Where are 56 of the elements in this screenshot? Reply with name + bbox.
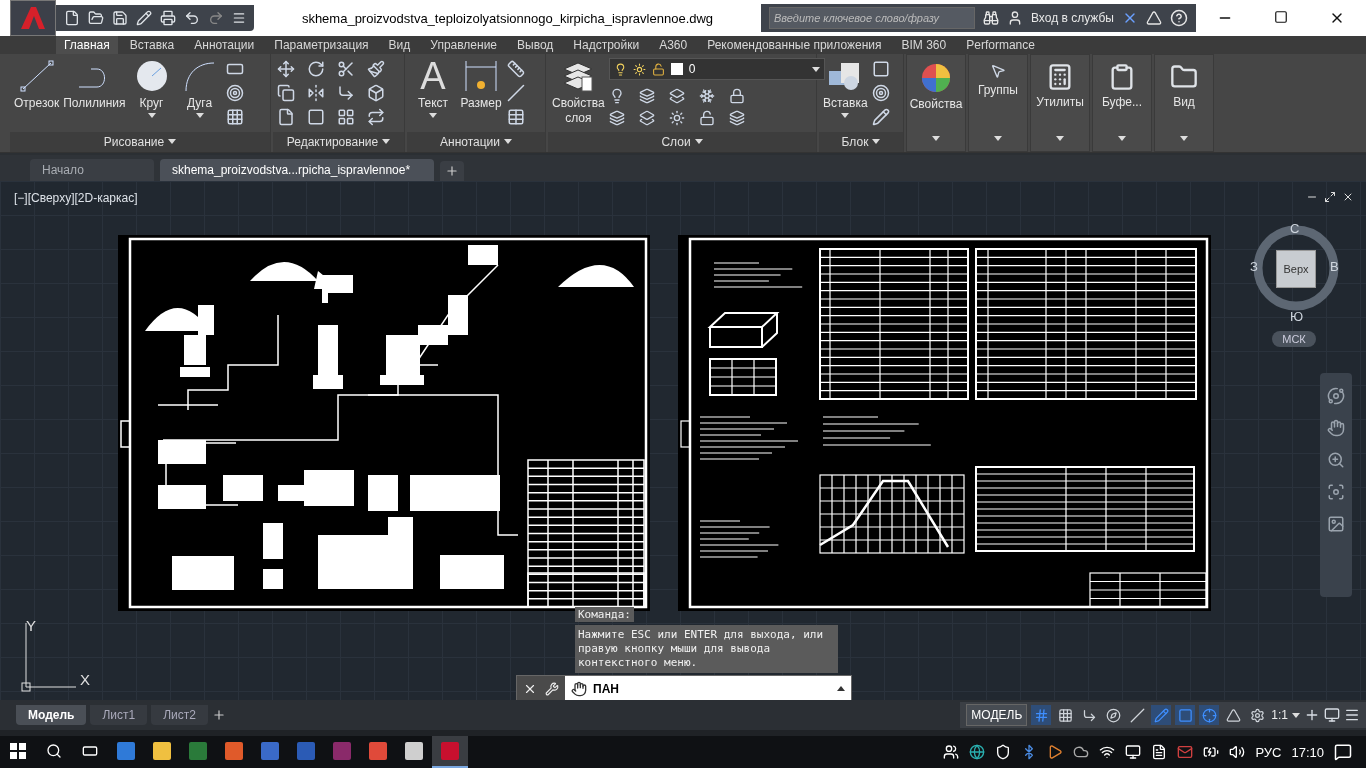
ribbon-tab[interactable]: BIM 360 <box>893 36 955 54</box>
text-tool-glyph: A <box>420 58 446 94</box>
ribbon-panel-button[interactable]: Свойства <box>906 54 966 152</box>
ribbon-tab[interactable]: Параметризация <box>266 36 377 54</box>
ribbon-tab[interactable]: Аннотации <box>186 36 263 54</box>
ribbon-tab[interactable]: Вид <box>380 36 419 54</box>
panel-title-bar[interactable]: Аннотации <box>407 131 545 152</box>
ribbon-tool-button[interactable]: Круг <box>129 58 174 118</box>
viewcube-face[interactable]: Верх <box>1276 249 1316 288</box>
ribbon-tab[interactable]: Управление <box>422 36 505 54</box>
x-axis-label: X <box>80 670 90 688</box>
annotation-scale[interactable]: 1:1 <box>1271 708 1288 723</box>
panel-title-bar[interactable]: Слои <box>548 131 816 152</box>
compass-label[interactable]: Ю <box>1290 308 1304 324</box>
y-axis-label: Y <box>26 616 36 634</box>
file-tab[interactable]: Начало <box>30 158 154 181</box>
search-field[interactable]: Введите ключевое слово/фразу <box>769 7 975 29</box>
layer-dropdown[interactable]: 0 <box>608 58 825 80</box>
ribbon-panel-button[interactable]: Буфе... <box>1092 54 1152 152</box>
layout-tab[interactable]: Лист2 <box>151 705 208 726</box>
command-input-field[interactable]: ПАН <box>565 675 851 701</box>
compass-label[interactable]: С <box>1290 220 1300 236</box>
ribbon-tool-button[interactable]: Вставка <box>823 58 868 118</box>
ribbon-tab[interactable]: Надстройки <box>565 36 648 54</box>
layout-tab[interactable]: Лист1 <box>90 705 148 726</box>
ribbon-panel-button[interactable]: Группы <box>968 54 1028 152</box>
window-title: skhema_proizvodstva_teploizolyatsionnogo_kirpicha_ispravlennoe.dwg <box>300 10 715 26</box>
model-space-button[interactable]: МОДЕЛЬ <box>966 704 1028 727</box>
ribbon-tab[interactable]: Рекомендованные приложения <box>699 36 890 54</box>
ribbon-panel-button[interactable]: Утилиты <box>1030 54 1090 152</box>
compass-label[interactable]: З <box>1250 258 1258 274</box>
clock[interactable]: 17:10 <box>1291 744 1324 760</box>
ribbon-panel-button[interactable]: Вид <box>1154 54 1214 152</box>
panel-title-bar[interactable]: Редактирование <box>273 131 404 152</box>
ribbon-tool-button[interactable]: Дуга <box>177 58 222 118</box>
command-message: Нажмите ESC или ENTER для выхода, или правую кнопку мыши для вывода контекстного меню. <box>575 624 838 673</box>
ribbon-tab[interactable]: Вставка <box>121 36 183 54</box>
file-tab[interactable]: skhema_proizvodstva...rpicha_ispravlennoe* <box>160 158 434 181</box>
ribbon-tool-button[interactable]: Полилиния <box>63 58 126 111</box>
ribbon-tool-button[interactable]: Свойства слоя <box>552 58 605 126</box>
sign-in-link[interactable]: Вход в службы <box>1031 11 1114 25</box>
ribbon-tool-button[interactable]: Отрезок <box>14 58 60 111</box>
panel-title-bar[interactable]: Рисование <box>10 131 270 152</box>
layout-tab[interactable]: Модель <box>16 705 87 726</box>
panel-title-bar[interactable]: Блок <box>819 131 903 152</box>
drawing-canvas[interactable]: [−][Сверху][2D-каркас] С З Верх В Ю МСК Y X Команда: Нажмите ESC или ENTER для выхода, или правую кнопку мыши для вывода контекстного меню. ПАН <box>0 180 1366 701</box>
ucs-button[interactable]: МСК <box>1272 330 1316 347</box>
ribbon-tab[interactable]: Performance <box>958 36 1043 54</box>
ribbon-tab[interactable]: Вывод <box>509 36 562 54</box>
input-language[interactable]: РУС <box>1255 744 1282 760</box>
ribbon-tab[interactable]: A360 <box>651 36 696 54</box>
compass-label[interactable]: В <box>1330 258 1339 274</box>
ribbon-tool-button[interactable]: A Текст <box>411 58 455 118</box>
ribbon-tool-button[interactable]: Размер <box>459 58 503 111</box>
view-controls-label[interactable]: [−][Сверху][2D-каркас] <box>14 190 138 205</box>
ribbon-tab[interactable]: Главная <box>56 36 118 54</box>
